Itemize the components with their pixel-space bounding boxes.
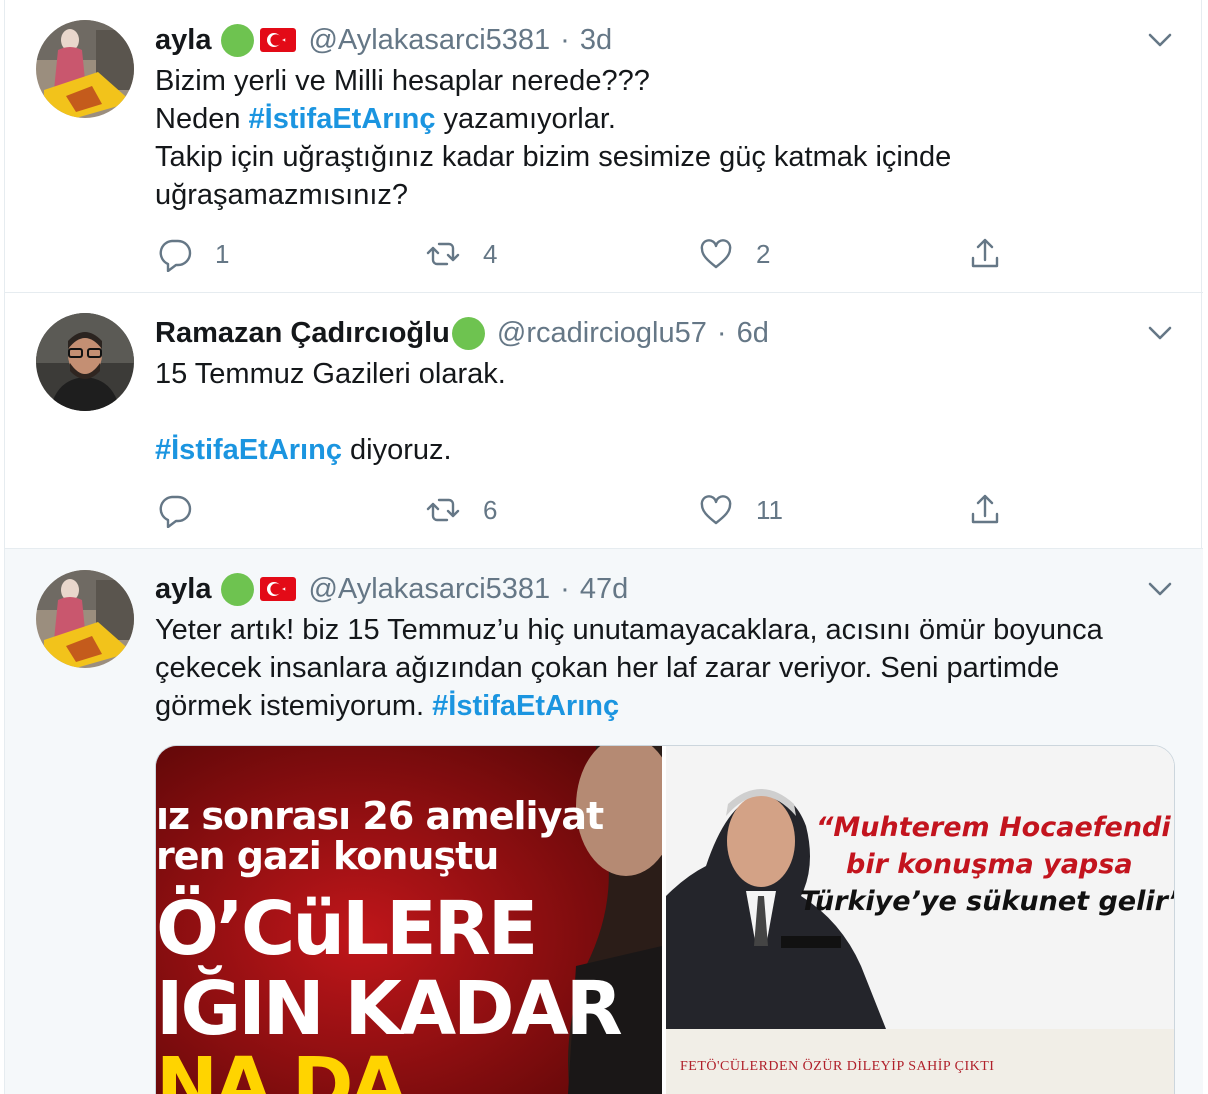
retweet-count: 6 <box>483 494 498 525</box>
news-image-right[interactable]: “Muhterem Hocaefendi bir konuşma yapsa T… <box>666 746 1175 1094</box>
tweet-text-line: #İstifaEtArınç diyoruz. <box>155 431 1175 469</box>
tweet-actions: 6 11 <box>155 490 1015 530</box>
like-button[interactable]: 11 <box>698 490 783 530</box>
news-headline-line: ren gazi konuştu <box>156 834 499 878</box>
hashtag-link[interactable]: #İstifaEtArınç <box>432 690 619 722</box>
tweet-media[interactable]: ız sonrası 26 ameliyat ren gazi konuştu … <box>155 745 1175 1094</box>
text-segment: diyoruz. <box>341 434 452 466</box>
text-segment: yazamıyorlar. <box>435 103 616 135</box>
tweet-text: Yeter artık! biz 15 Temmuz’u hiç unutama… <box>155 611 1175 725</box>
tweet-text-line: Bizim yerli ve Milli hesaplar nerede??? <box>155 62 1175 100</box>
text-segment: Yeter artık! biz 15 Temmuz’u hiç unutama… <box>155 614 1103 646</box>
share-icon <box>971 238 999 268</box>
news-headline-line: ız sonrası 26 ameliyat <box>156 794 604 838</box>
tweet-text: Bizim yerli ve Milli hesaplar nerede??? N… <box>155 62 1175 214</box>
avatar[interactable] <box>36 313 134 411</box>
tweet[interactable]: ayla @Aylakasarci5381 · 47d Yeter artık!… <box>5 549 1203 1094</box>
text-segment: Neden <box>155 103 249 135</box>
text-segment: çekecek insanlara ağızından çokan her la… <box>155 652 1060 684</box>
quote-line: bir konuşma yapsa <box>846 849 1133 880</box>
timestamp[interactable]: 6d <box>737 317 769 350</box>
news-caption: FETÖ'CÜLERDEN ÖZÜR DİLEYİP SAHİP ÇIKTI <box>666 1029 1174 1094</box>
retweet-button[interactable]: 6 <box>425 490 497 530</box>
tweet-text-line: Yeter artık! biz 15 Temmuz’u hiç unutama… <box>155 611 1175 649</box>
news-headline-line: IĞIN KADAR <box>156 966 623 1052</box>
user-handle[interactable]: @rcadircioglu57 <box>497 317 707 350</box>
text-segment: Bizim yerli ve Milli hesaplar nerede??? <box>155 65 650 97</box>
text-segment: uğraşamazmısınız? <box>155 179 409 211</box>
separator-dot: · <box>560 572 570 605</box>
user-handle[interactable]: @Aylakasarci5381 <box>308 24 550 57</box>
hashtag-link[interactable]: #İstifaEtArınç <box>155 434 342 466</box>
green-circle-emoji <box>451 316 485 350</box>
quote-image: “Muhterem Hocaefendi bir konuşma yapsa T… <box>666 746 1175 1029</box>
display-name[interactable]: Ramazan Çadırcıoğlu <box>155 317 450 350</box>
text-segment: görmek istemiyorum. <box>155 690 433 722</box>
reply-icon <box>159 495 192 528</box>
reply-button[interactable] <box>157 490 215 530</box>
user-handle[interactable]: @Aylakasarci5381 <box>308 573 550 606</box>
heart-icon <box>700 495 732 525</box>
quote-line: Türkiye’ye sükunet gelir” <box>800 886 1175 917</box>
tweet-text-line: çekecek insanlara ağızından çokan her la… <box>155 649 1175 687</box>
retweet-count: 4 <box>483 238 498 269</box>
like-count: 11 <box>756 494 783 525</box>
timeline: ayla @Aylakasarci5381 · 3d Bizim yerli v… <box>4 0 1203 1094</box>
text-segment: 15 Temmuz Gazileri olarak. <box>155 358 506 390</box>
tweet-text-line: Neden #İstifaEtArınç yazamıyorlar. <box>155 100 1175 138</box>
tweet-text: 15 Temmuz Gazileri olarak. #İstifaEtArınç… <box>155 355 1175 469</box>
retweet-icon <box>426 242 460 266</box>
retweet-icon <box>426 498 460 522</box>
avatar[interactable] <box>36 20 134 118</box>
tweet-header: ayla @Aylakasarci5381 · 47d <box>155 571 628 607</box>
avatar[interactable] <box>36 570 134 668</box>
green-circle-emoji <box>221 572 255 606</box>
reply-count: 1 <box>215 238 230 269</box>
tweet-text-line: Takip için uğraştığınız kadar bizim sesi… <box>155 138 1175 176</box>
separator-dot: · <box>716 316 727 349</box>
reply-button[interactable]: 1 <box>157 234 229 274</box>
tweet-header: Ramazan Çadırcıoğlu @rcadircioglu57 · 6d <box>155 315 769 351</box>
timestamp[interactable]: 3d <box>580 24 612 57</box>
chevron-down-icon[interactable] <box>1147 30 1173 50</box>
quote-line: “Muhterem Hocaefendi <box>816 812 1171 843</box>
display-name[interactable]: ayla <box>155 573 211 606</box>
share-button[interactable] <box>967 234 1003 274</box>
reply-icon <box>159 239 192 272</box>
share-button[interactable] <box>967 490 1003 530</box>
news-image-left[interactable]: ız sonrası 26 ameliyat ren gazi konuştu … <box>156 746 662 1094</box>
turkey-flag-emoji <box>260 577 297 601</box>
turkey-flag-emoji <box>260 28 297 52</box>
separator-dot: · <box>560 23 570 56</box>
chevron-down-icon[interactable] <box>1147 323 1173 343</box>
tweet-actions: 1 4 2 <box>155 234 1015 274</box>
share-icon <box>971 494 999 524</box>
tweet[interactable]: Ramazan Çadırcıoğlu @rcadircioglu57 · 6d… <box>5 293 1203 549</box>
news-headline-line: NA DA <box>156 1042 408 1094</box>
tweet-text-line: 15 Temmuz Gazileri olarak. <box>155 355 1175 393</box>
like-button[interactable]: 2 <box>698 234 770 274</box>
news-caption-text: FETÖ'CÜLERDEN ÖZÜR DİLEYİP SAHİP ÇIKTI <box>680 1059 995 1074</box>
retweet-button[interactable]: 4 <box>425 234 497 274</box>
tweet-text-line: görmek istemiyorum. #İstifaEtArınç <box>155 687 1175 725</box>
green-circle-emoji <box>221 23 255 57</box>
tweet-header: ayla @Aylakasarci5381 · 3d <box>155 22 612 58</box>
tweet-text-line: uğraşamazmısınız? <box>155 176 1175 214</box>
heart-icon <box>700 239 732 269</box>
hashtag-link[interactable]: #İstifaEtArınç <box>249 103 436 135</box>
timestamp[interactable]: 47d <box>580 573 628 606</box>
news-headline-line: Ö’CüLERE <box>156 886 538 972</box>
tweet[interactable]: ayla @Aylakasarci5381 · 3d Bizim yerli v… <box>5 0 1203 293</box>
chevron-down-icon[interactable] <box>1147 579 1173 599</box>
text-segment: Takip için uğraştığınız kadar bizim sesi… <box>155 141 952 173</box>
like-count: 2 <box>756 238 771 269</box>
display-name[interactable]: ayla <box>155 24 211 57</box>
